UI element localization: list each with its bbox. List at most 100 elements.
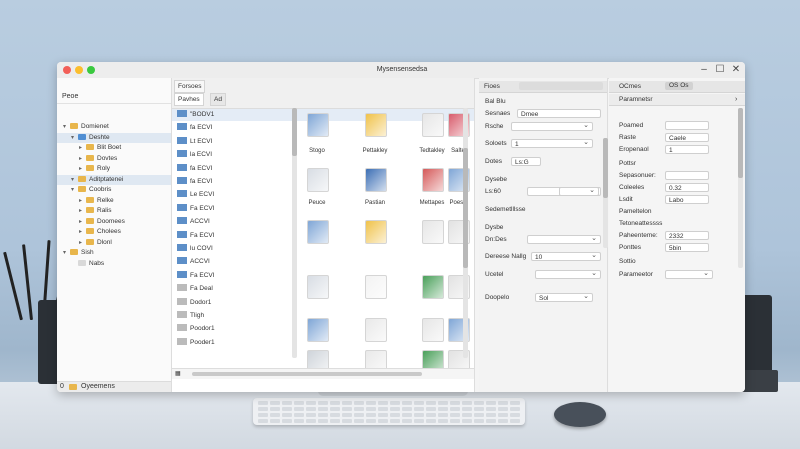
tree-item[interactable]: ▾ Domienet: [57, 122, 171, 132]
file-row[interactable]: Tligh: [177, 311, 204, 321]
parameter-input[interactable]: 0.32: [665, 183, 709, 192]
property-dropdown[interactable]: [559, 186, 599, 196]
file-row[interactable]: Fa Deal: [177, 284, 213, 294]
grid-scrollbar-thumb[interactable]: [463, 148, 468, 268]
chevron-down-icon[interactable]: ▾: [63, 122, 70, 132]
tab-pavhes[interactable]: Pavhes: [174, 93, 204, 106]
properties-scrollbar[interactable]: [603, 138, 608, 248]
tree-item[interactable]: ▸ Blit Boet: [57, 143, 171, 153]
tree-item[interactable]: ▸ Dlonl: [57, 238, 171, 248]
chevron-right-icon[interactable]: ▸: [79, 206, 86, 216]
close-icon[interactable]: ✕: [730, 64, 742, 75]
chevron-right-icon[interactable]: ▸: [79, 143, 86, 153]
close-traffic-light[interactable]: [63, 66, 71, 74]
file-row[interactable]: la ECVI: [177, 150, 212, 160]
file-row[interactable]: Fa ECVI: [177, 270, 215, 281]
tab-os[interactable]: OS Os: [665, 82, 693, 90]
file-thumbnail-icon[interactable]: [365, 113, 387, 137]
file-thumbnail-icon[interactable]: [307, 275, 329, 299]
file-thumbnail-icon[interactable]: [307, 318, 329, 342]
file-row[interactable]: Poodor1: [177, 324, 215, 334]
properties-scrollbar-thumb[interactable]: [603, 138, 608, 198]
chevron-down-icon[interactable]: ▾: [71, 185, 78, 195]
tree-item[interactable]: ▸ Ralis: [57, 206, 171, 216]
minimize-traffic-light[interactable]: [75, 66, 83, 74]
file-thumbnail-icon[interactable]: [422, 168, 444, 192]
horizontal-scrollbar[interactable]: ▦: [172, 368, 474, 379]
file-row[interactable]: ACCVI: [177, 217, 210, 227]
file-thumbnail-icon[interactable]: [307, 113, 329, 137]
grid-view-icon[interactable]: ▦: [175, 370, 181, 377]
file-row[interactable]: fa ECVI: [177, 123, 212, 133]
tree-item[interactable]: ▾ Aditptatenei: [57, 174, 171, 185]
parameters-scrollbar-thumb[interactable]: [738, 108, 743, 178]
minimize-icon[interactable]: –: [698, 64, 710, 75]
file-thumbnail-icon[interactable]: [307, 220, 329, 244]
file-row[interactable]: lu COVI: [177, 244, 213, 254]
grid-scrollbar[interactable]: [463, 108, 468, 358]
tree-item[interactable]: ▾ Coobris: [57, 185, 171, 195]
file-row[interactable]: fa ECVI: [177, 177, 212, 187]
file-row[interactable]: Fa ECVI: [177, 230, 215, 241]
file-row[interactable]: Lt ECVI: [177, 136, 212, 147]
property-dropdown[interactable]: 10: [531, 251, 601, 261]
file-thumbnail-icon[interactable]: [422, 113, 444, 137]
tab-ocmes[interactable]: OCmes: [619, 81, 641, 92]
file-row[interactable]: Fa ECVI: [177, 203, 215, 214]
file-thumbnail-icon[interactable]: [365, 168, 387, 192]
parameter-input[interactable]: Caele: [665, 133, 709, 142]
file-thumbnail-icon[interactable]: [422, 220, 444, 244]
list-scrollbar-thumb[interactable]: [292, 108, 297, 156]
parameter-dropdown[interactable]: [665, 269, 713, 279]
chevron-right-icon[interactable]: ▸: [79, 238, 86, 248]
chevron-down-icon[interactable]: ▾: [71, 175, 78, 185]
file-thumbnail-icon[interactable]: [307, 168, 329, 192]
file-row[interactable]: ACCVI: [177, 257, 210, 267]
file-row[interactable]: Dodor1: [177, 297, 211, 308]
chevron-right-icon[interactable]: ▸: [79, 217, 86, 227]
chevron-down-icon[interactable]: ▾: [63, 248, 70, 258]
chevron-right-icon[interactable]: ▸: [79, 164, 86, 174]
horizontal-scrollbar-thumb[interactable]: [192, 372, 422, 376]
tree-item[interactable]: ▸ Dovtes: [57, 154, 171, 164]
file-thumbnail-icon[interactable]: [422, 318, 444, 342]
tree-item[interactable]: ▸ Relke: [57, 196, 171, 206]
file-thumbnail-icon[interactable]: [365, 220, 387, 244]
tree-item[interactable]: Nabs: [57, 259, 171, 269]
property-dropdown[interactable]: [527, 234, 601, 244]
file-thumbnail-icon[interactable]: [422, 275, 444, 299]
tree-item[interactable]: ▾ Sish: [57, 248, 171, 258]
parameter-input[interactable]: 2332: [665, 231, 709, 240]
file-thumbnail-icon[interactable]: [365, 318, 387, 342]
file-thumbnail-icon[interactable]: [365, 275, 387, 299]
tab-ad[interactable]: Ad: [210, 93, 226, 106]
chevron-right-icon[interactable]: ▸: [79, 196, 86, 206]
chevron-right-icon[interactable]: ▸: [79, 227, 86, 237]
parameter-input[interactable]: Labo: [665, 195, 709, 204]
parameters-scrollbar[interactable]: [738, 108, 743, 268]
chevron-right-icon[interactable]: ›: [735, 94, 737, 105]
parameter-input[interactable]: [665, 121, 709, 130]
property-input[interactable]: Dmee: [517, 109, 601, 118]
maximize-icon[interactable]: ☐: [714, 64, 726, 75]
tree-item[interactable]: ▸ Roly: [57, 164, 171, 174]
property-input[interactable]: Ls:G: [511, 157, 541, 166]
parameter-input[interactable]: 1: [665, 145, 709, 154]
tree-item[interactable]: ▸ Cholees: [57, 227, 171, 237]
file-row[interactable]: Le ECVI: [177, 190, 214, 200]
zoom-traffic-light[interactable]: [87, 66, 95, 74]
property-dropdown[interactable]: [511, 121, 593, 131]
tree-item[interactable]: ▾ Deshte: [57, 132, 171, 143]
tree-item[interactable]: ▸ Doomees: [57, 217, 171, 227]
parameter-input[interactable]: [665, 171, 709, 180]
parameter-input[interactable]: 5bin: [665, 243, 709, 252]
file-row[interactable]: fa ECVI: [177, 163, 212, 174]
chevron-right-icon[interactable]: ▸: [79, 154, 86, 164]
tab-forsoes[interactable]: Forsoes: [174, 80, 206, 93]
chevron-down-icon[interactable]: ▾: [71, 133, 78, 143]
property-dropdown[interactable]: [535, 269, 601, 279]
file-row[interactable]: Pooder1: [177, 337, 215, 348]
property-dropdown[interactable]: Sol: [535, 292, 593, 302]
file-row[interactable]: "BODV1: [177, 110, 214, 120]
list-scrollbar[interactable]: [292, 108, 297, 358]
